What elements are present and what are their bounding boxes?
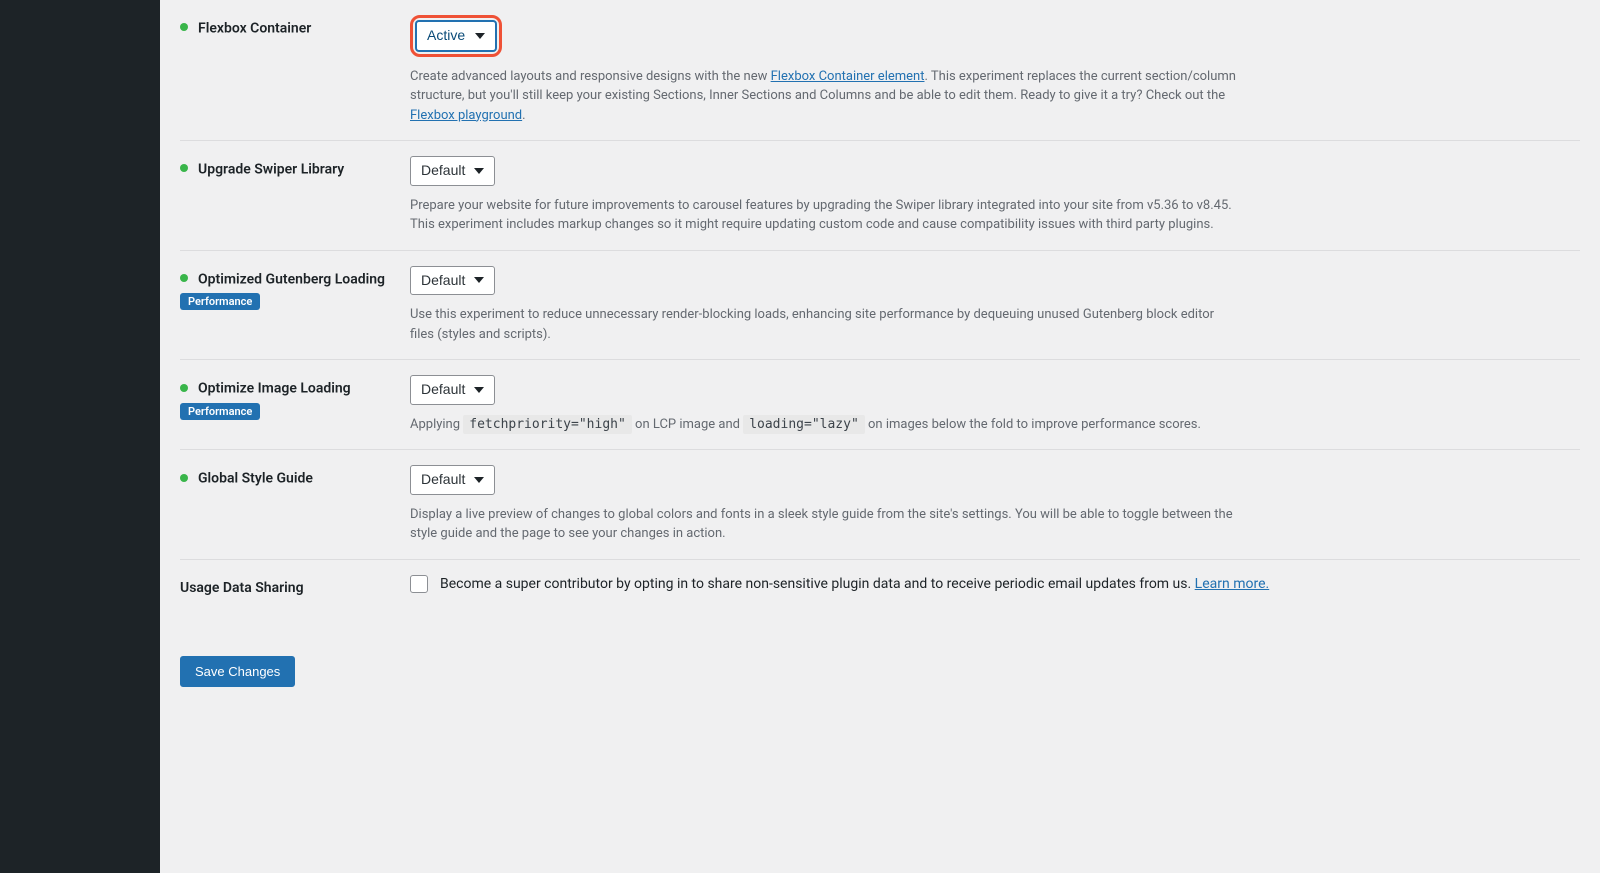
experiment-status-select[interactable]: Default: [410, 266, 495, 296]
usage-data-text: Become a super contributor by opting in …: [440, 576, 1269, 592]
experiment-description: Display a live preview of changes to glo…: [410, 505, 1240, 544]
highlight-box: Active: [410, 15, 502, 57]
experiment-status-select[interactable]: Default: [410, 375, 495, 405]
experiment-title: Upgrade Swiper Library: [198, 161, 344, 177]
status-indicator-active-icon: [180, 274, 188, 282]
usage-data-sharing-row: Usage Data Sharing Become a super contri…: [180, 559, 1580, 616]
code-loading-lazy: loading="lazy": [743, 415, 865, 434]
experiment-title: Global Style Guide: [198, 471, 313, 487]
experiment-row-global-style-guide: Global Style Guide Default Display a liv…: [180, 450, 1580, 560]
status-indicator-active-icon: [180, 164, 188, 172]
submit-area: Save Changes: [180, 656, 1580, 687]
experiment-row-upgrade-swiper: Upgrade Swiper Library Default Prepare y…: [180, 141, 1580, 251]
experiment-description: Applying fetchpriority="high" on LCP ima…: [410, 415, 1240, 435]
status-indicator-active-icon: [180, 23, 188, 31]
settings-content: Flexbox Container Active Create advanced…: [160, 0, 1600, 873]
experiment-description: Create advanced layouts and responsive d…: [410, 67, 1240, 126]
admin-sidebar: [0, 0, 160, 873]
experiment-title: Flexbox Container: [198, 20, 311, 36]
status-indicator-active-icon: [180, 384, 188, 392]
code-fetchpriority: fetchpriority="high": [463, 415, 632, 434]
experiment-status-select[interactable]: Active: [416, 21, 496, 51]
experiment-description: Use this experiment to reduce unnecessar…: [410, 305, 1240, 344]
experiments-table: Flexbox Container Active Create advanced…: [180, 0, 1580, 616]
experiment-description: Prepare your website for future improvem…: [410, 196, 1240, 235]
save-changes-button[interactable]: Save Changes: [180, 656, 295, 687]
experiment-row-image-loading: Optimize Image Loading Performance Defau…: [180, 360, 1580, 450]
experiment-status-select[interactable]: Default: [410, 156, 495, 186]
experiment-row-flexbox-container: Flexbox Container Active Create advanced…: [180, 0, 1580, 141]
performance-tag: Performance: [180, 293, 260, 310]
usage-data-checkbox-label[interactable]: Become a super contributor by opting in …: [410, 575, 1570, 593]
learn-more-link[interactable]: Learn more.: [1195, 576, 1270, 592]
usage-data-title: Usage Data Sharing: [180, 580, 304, 596]
experiment-row-gutenberg-loading: Optimized Gutenberg Loading Performance …: [180, 250, 1580, 360]
performance-tag: Performance: [180, 403, 260, 420]
flexbox-container-element-link[interactable]: Flexbox Container element: [771, 69, 925, 84]
experiment-status-select[interactable]: Default: [410, 465, 495, 495]
experiment-title: Optimized Gutenberg Loading: [198, 271, 385, 287]
experiment-title: Optimize Image Loading: [198, 381, 351, 397]
flexbox-playground-link[interactable]: Flexbox playground: [410, 108, 522, 123]
usage-data-checkbox[interactable]: [410, 575, 428, 593]
status-indicator-active-icon: [180, 474, 188, 482]
